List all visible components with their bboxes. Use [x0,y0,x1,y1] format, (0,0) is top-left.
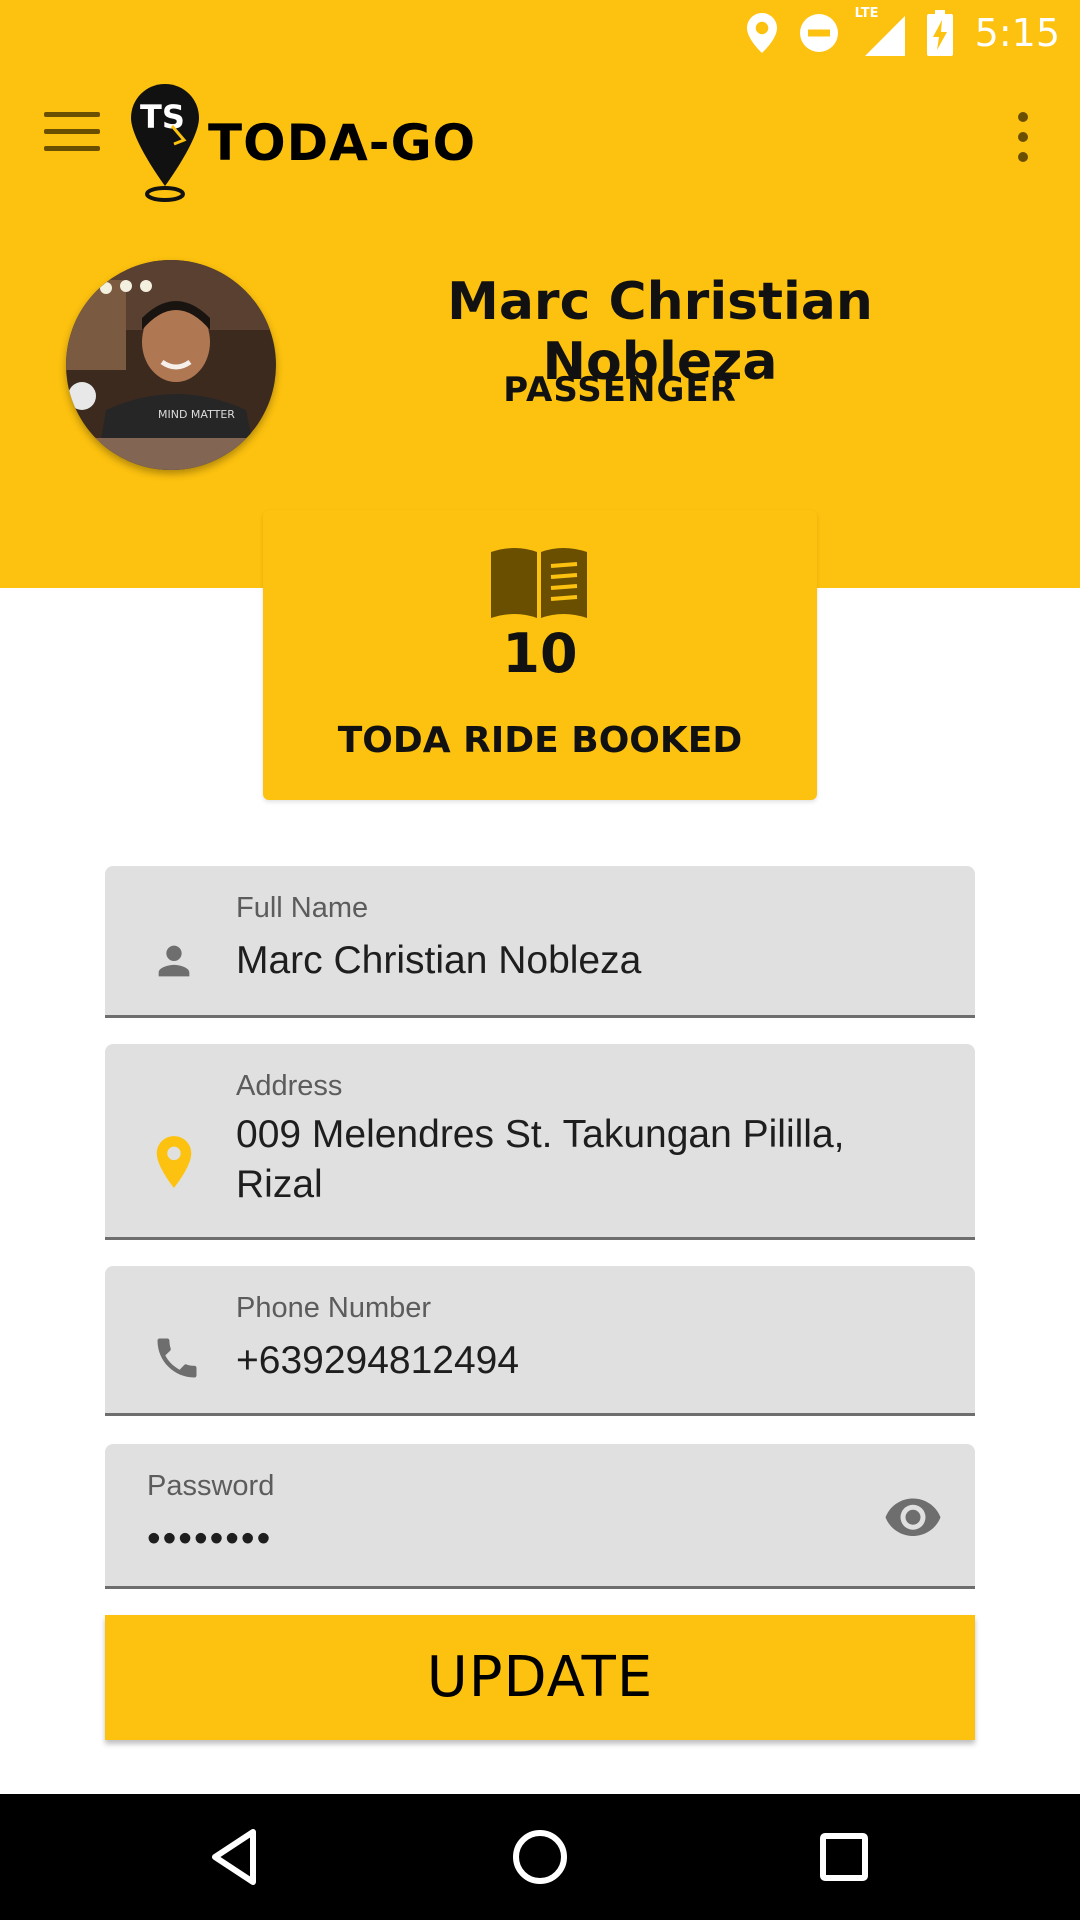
profile-screen: LTE 5:15 TS TODA-GO MIND MATTER Marc Chr… [0,0,1080,1920]
full-name-value: Marc Christian Nobleza [236,939,642,982]
status-time: 5:15 [974,11,1060,55]
profile-role: PASSENGER [503,370,737,410]
avatar-shirt-text: MIND MATTER [158,408,235,421]
visibility-eye-icon[interactable] [883,1496,943,1536]
more-vertical-icon[interactable] [1008,112,1038,162]
status-bar: LTE 5:15 [0,0,1080,66]
address-value-line2: Rizal [236,1163,323,1206]
logo-text: TODA-GO [208,114,477,172]
password-field[interactable]: Password •••••••• [105,1444,975,1589]
password-value: •••••••• [147,1517,273,1560]
address-label: Address [236,1070,343,1102]
phone-value: +639294812494 [236,1339,520,1382]
phone-number-field[interactable]: Phone Number +639294812494 [105,1266,975,1416]
rides-count: 10 [502,622,578,685]
address-value-line1: 009 Melendres St. Takungan Pililla, [236,1113,845,1156]
app-logo: TS TODA-GO [128,82,476,204]
do-not-disturb-icon [799,14,838,52]
lte-signal-icon: LTE [855,6,905,56]
rides-label: TODA RIDE BOOKED [337,720,743,761]
location-icon [746,13,777,53]
person-icon [158,945,190,977]
status-icons: LTE 5:15 [746,6,1060,58]
back-triangle-icon[interactable] [203,1824,269,1890]
open-book-icon [491,548,587,618]
update-button-label: UPDATE [426,1645,654,1710]
navigation-bar [0,1794,1080,1920]
rides-booked-card: 10 TODA RIDE BOOKED [263,510,817,800]
location-pin-icon [156,1136,192,1188]
logo-pin-icon: TS [131,84,199,202]
phone-label: Phone Number [236,1292,432,1324]
update-button[interactable]: UPDATE [105,1615,975,1740]
address-field[interactable]: Address 009 Melendres St. Takungan Pilil… [105,1044,975,1240]
phone-icon [157,1338,197,1378]
logo-mark: TS [140,98,185,136]
password-label: Password [147,1470,275,1502]
avatar[interactable]: MIND MATTER [66,260,276,470]
full-name-label: Full Name [236,892,369,924]
battery-charging-icon [926,10,953,56]
recents-square-icon[interactable] [811,1824,877,1890]
hamburger-menu-icon[interactable] [44,112,100,158]
home-circle-icon[interactable] [507,1824,573,1890]
full-name-field[interactable]: Full Name Marc Christian Nobleza [105,866,975,1018]
